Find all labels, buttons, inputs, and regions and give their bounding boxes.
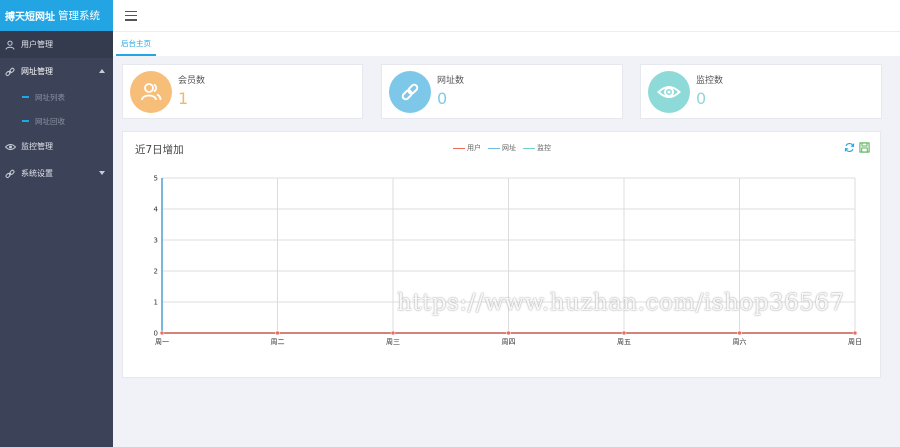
stat-label: 会员数 [178,76,206,86]
data-point [737,330,742,336]
y-tick-label: 3 [154,237,158,245]
sidebar-subitem-label: 网址列表 [35,92,65,102]
data-point [621,330,627,336]
x-tick-label: 周三 [386,338,400,346]
menu-toggle-icon[interactable] [125,10,137,21]
chevron-up-icon [99,69,105,73]
tab-home[interactable]: 后台主页 [116,32,156,56]
x-tick-label: 周六 [733,337,747,346]
stat-card-members: 会员数 1 [122,64,363,119]
sidebar-subitem-url-list[interactable]: 网址列表 [0,85,113,109]
sidebar-subitem-url-recycle[interactable]: 网址回收 [0,109,113,133]
sidebar-item-urls[interactable]: 网址管理 [0,58,113,85]
sidebar-item-users[interactable]: 用户管理 [0,31,113,58]
data-point [159,330,165,336]
data-point [506,330,511,336]
eye-icon [657,86,681,98]
line-chart: 0 1 2 3 4 5 周一 周二 周三 周四 周五 周六 周日 [154,175,862,347]
link-icon [4,168,16,180]
data-point [852,330,858,336]
stat-card-monitors: 监控数 0 [640,64,882,119]
y-tick-label: 4 [154,206,159,214]
dash-marker [22,96,29,98]
app-logo[interactable]: 搏天短网址 管理系统 [0,0,113,31]
logo-system-name: 管理系统 [58,10,100,22]
watermark-text: https://www.huzhan.com/ishop36567 [397,290,845,316]
sidebar-item-monitor[interactable]: 监控管理 [0,133,113,160]
data-point [390,330,396,336]
stat-icon-circle [648,71,690,113]
eye-icon [4,141,16,153]
stat-icon-circle [389,71,431,113]
y-tick-label: 1 [154,299,158,307]
user-icon [4,39,16,51]
x-tick-label: 周五 [617,338,631,346]
sidebar-item-label: 网址管理 [21,67,53,76]
x-tick-label: 周四 [502,338,516,346]
stat-label: 网址数 [437,76,465,86]
dash-marker [22,120,29,122]
sidebar: 搏天短网址 管理系统 用户管理 网址管理 网址列表 网址回收 监控管理 系统设置 [0,0,113,447]
stat-value: 0 [696,89,707,108]
logo-brand: 搏天短网址 [5,12,55,23]
sidebar-item-label: 系统设置 [21,169,53,178]
top-bar [113,0,900,31]
chevron-down-icon [99,171,105,175]
users-icon [141,83,162,101]
y-tick-label: 2 [154,268,158,276]
sidebar-subitem-label: 网址回收 [35,116,65,126]
y-tick-label: 0 [154,330,158,338]
chart-panel: 近7日增加 用户 网址 监控 0 1 2 3 4 5 周一 周二 周三 周四 周五 周六 周日 [122,131,881,378]
x-tick-label: 周二 [271,338,285,346]
sidebar-item-label: 用户管理 [21,40,53,49]
sidebar-item-label: 监控管理 [21,142,53,151]
link-icon [4,66,16,78]
stat-value: 0 [437,89,448,108]
x-tick-label: 周一 [155,338,169,346]
stat-label: 监控数 [696,76,724,86]
stat-value: 1 [178,89,189,108]
link-icon [401,83,419,101]
tab-bar: 后台主页 [113,31,900,56]
y-tick-label: 5 [154,175,158,183]
data-point [275,330,280,336]
x-tick-label: 周日 [848,338,862,346]
stat-icon-circle [130,71,172,113]
sidebar-item-settings[interactable]: 系统设置 [0,160,113,187]
stat-card-urls: 网址数 0 [381,64,623,119]
